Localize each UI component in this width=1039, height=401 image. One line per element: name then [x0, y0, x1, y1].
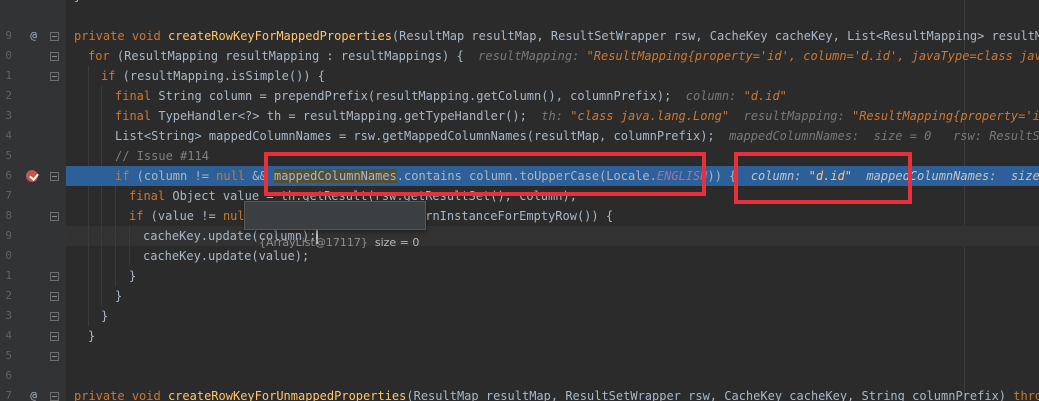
code-text: private void createRowKeyForMappedProper…	[74, 29, 1039, 43]
code-text: }	[129, 269, 137, 283]
line-number: 2	[5, 89, 12, 102]
fold-marker-icon[interactable]	[50, 72, 59, 81]
code-text: private void createRowKeyForUnmappedProp…	[74, 389, 1039, 401]
line-number: 4	[5, 129, 12, 142]
gutter-line[interactable]: 1	[0, 266, 66, 286]
code-text: if (resultMapping.isSimple()) {	[101, 69, 325, 83]
line-number: 6	[5, 369, 12, 382]
line-number: 3	[5, 309, 12, 322]
breakpoint-icon[interactable]	[26, 170, 38, 182]
code-line-caret[interactable]: cacheKey.update(column);	[66, 226, 1039, 246]
code-line-mapped-columns[interactable]: List<String> mappedColumnNames = rsw.get…	[66, 126, 1039, 146]
gutter-line[interactable]: 8	[0, 206, 66, 226]
gutter-line[interactable]: 0	[0, 46, 66, 66]
fold-marker-icon[interactable]	[50, 272, 59, 281]
code-text: }	[101, 309, 109, 323]
code-line-update-value[interactable]: cacheKey.update(value);	[66, 246, 1039, 266]
gutter-line[interactable]	[0, 0, 66, 20]
line-number: 0	[5, 49, 12, 62]
gutter-line[interactable]: 3	[0, 106, 66, 126]
line-number: 1	[5, 69, 12, 82]
line-number: 9	[5, 229, 12, 242]
fold-marker-icon[interactable]	[50, 292, 59, 301]
gutter-line[interactable]: 1	[0, 66, 66, 86]
fold-marker-icon[interactable]	[50, 32, 59, 41]
tooltip-object-id[interactable]: {ArrayList@17117}	[259, 236, 368, 249]
annotation-box-inline-value	[734, 152, 912, 204]
code-text: }	[74, 0, 81, 6]
line-number: 5	[5, 149, 12, 162]
gutter-line[interactable]: 0	[0, 246, 66, 266]
gutter-line[interactable]: 3	[0, 306, 66, 326]
line-number: 2	[5, 289, 12, 302]
code-line[interactable]: }	[66, 286, 1039, 306]
code-text: }	[88, 329, 96, 343]
override-marker-icon[interactable]: @	[27, 29, 40, 42]
code-line-method-signature[interactable]: private void createRowKeyForUnmappedProp…	[66, 386, 1039, 401]
line-number: 7	[5, 189, 12, 202]
editor-gutter[interactable]: 9 @ 0 1 2 3 4 5 6 7 8 9 0 1 2 3 4 5 6 7 @	[0, 0, 66, 401]
code-line[interactable]: }	[66, 326, 1039, 346]
inline-debug-value: column: "d.id"	[685, 89, 787, 103]
line-number: 1	[5, 269, 12, 282]
fold-marker-icon[interactable]	[50, 392, 59, 401]
gutter-line[interactable]: 7	[0, 186, 66, 206]
code-line-typehandler[interactable]: final TypeHandler<?> th = resultMapping.…	[66, 106, 1039, 126]
fold-marker-icon[interactable]	[50, 352, 59, 361]
line-number: 4	[5, 329, 12, 342]
code-line[interactable]: }	[66, 266, 1039, 286]
fold-marker-icon[interactable]	[50, 172, 59, 181]
line-number: 9	[5, 29, 12, 42]
gutter-line[interactable]: 2	[0, 286, 66, 306]
inline-debug-value: resultMapping: "ResultMapping{property='…	[478, 49, 1039, 63]
gutter-line[interactable]: 4	[0, 326, 66, 346]
code-line-if-value[interactable]: if (value != null || configuration.isRet…	[66, 206, 1039, 226]
code-text: }	[115, 289, 123, 303]
annotation-box-contains-call	[264, 152, 706, 196]
line-number: 7	[5, 389, 12, 401]
fold-marker-icon[interactable]	[50, 212, 59, 221]
code-text: final TypeHandler<?> th = resultMapping.…	[115, 106, 1039, 126]
override-marker-icon[interactable]: @	[27, 389, 40, 401]
code-line-method-signature[interactable]: private void createRowKeyForMappedProper…	[66, 26, 1039, 46]
gutter-line[interactable]: 9	[0, 226, 66, 246]
gutter-line[interactable]: 2	[0, 86, 66, 106]
code-text: for (ResultMapping resultMapping : resul…	[88, 46, 1039, 66]
fold-marker-icon[interactable]	[50, 52, 59, 61]
gutter-line[interactable]: 9 @	[0, 26, 66, 46]
gutter-line[interactable]: 4	[0, 126, 66, 146]
debug-value-tooltip[interactable]: {ArrayList@17117} size = 0	[244, 201, 426, 249]
code-line[interactable]	[66, 346, 1039, 366]
code-text: List<String> mappedColumnNames = rsw.get…	[115, 126, 1039, 146]
line-number: 6	[5, 169, 12, 182]
inline-debug-value: th: "class java.lang.Long" resultMapping…	[541, 109, 1039, 123]
gutter-line[interactable]: 5	[0, 146, 66, 166]
gutter-line[interactable]: 7 @	[0, 386, 66, 401]
fold-marker-icon[interactable]	[50, 332, 59, 341]
line-number: 3	[5, 109, 12, 122]
line-number: 8	[5, 209, 12, 222]
line-number: 5	[5, 349, 12, 362]
gutter-line[interactable]: 6	[0, 366, 66, 386]
code-line-column[interactable]: final String column = prependPrefix(resu…	[66, 86, 1039, 106]
inline-debug-value: mappedColumnNames: size = 0 rsw: ResultS…	[729, 129, 1039, 143]
code-line[interactable]: }	[66, 0, 1039, 6]
line-number: 0	[5, 249, 12, 262]
gutter-line[interactable]: 6	[0, 166, 66, 186]
code-text: final String column = prependPrefix(resu…	[115, 89, 787, 103]
code-comment: // Issue #114	[115, 149, 209, 163]
tooltip-size: size = 0	[374, 236, 420, 249]
code-line[interactable]: }	[66, 306, 1039, 326]
gutter-line[interactable]: 5	[0, 346, 66, 366]
fold-marker-icon[interactable]	[50, 312, 59, 321]
code-line-for-loop[interactable]: for (ResultMapping resultMapping : resul…	[66, 46, 1039, 66]
code-line-if-simple[interactable]: if (resultMapping.isSimple()) {	[66, 66, 1039, 86]
